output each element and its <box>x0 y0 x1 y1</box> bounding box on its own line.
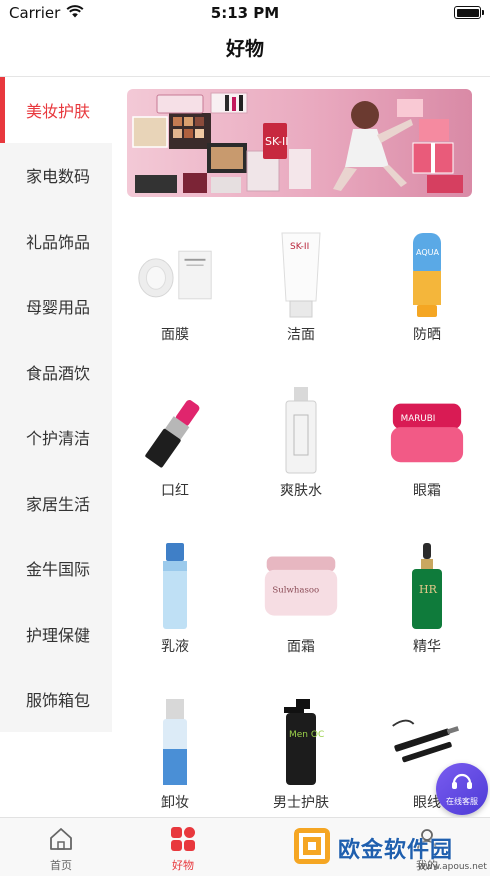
sidebar-item-health[interactable]: 护理保健 <box>0 601 112 667</box>
sidebar-item-food[interactable]: 食品酒饮 <box>0 339 112 405</box>
sidebar-item-personal-care[interactable]: 个护清洁 <box>0 405 112 471</box>
promo-banner[interactable]: SK-II <box>127 89 472 197</box>
men-skincare-bottle-icon: Men OC <box>261 695 341 791</box>
category-sidebar: 美妆护肤 家电数码 礼品饰品 母婴用品 食品酒饮 个护清洁 家居生活 金牛国际 … <box>0 77 112 732</box>
sidebar-item-label: 服饰箱包 <box>26 691 91 711</box>
online-service-button[interactable]: 在线客服 <box>436 763 488 815</box>
product-label: 爽肤水 <box>280 483 322 499</box>
serum-dropper-icon: HR <box>387 539 467 635</box>
tab-goods[interactable]: 好物 <box>122 818 244 876</box>
product-label: 面霜 <box>287 639 315 655</box>
status-bar: Carrier 5:13 PM <box>0 0 490 26</box>
home-icon <box>47 825 75 853</box>
tab-label: 好物 <box>172 859 194 872</box>
face-cream-jar-icon: Sulwhasoo <box>261 539 341 635</box>
product-label: 防晒 <box>413 327 441 343</box>
sidebar-item-jinniu[interactable]: 金牛国际 <box>0 536 112 602</box>
product-label: 面膜 <box>161 327 189 343</box>
banner-brand-text: SK-II <box>265 135 289 148</box>
product-label: 洁面 <box>287 327 315 343</box>
sidebar-item-label: 金牛国际 <box>26 560 91 580</box>
headset-icon <box>450 771 474 795</box>
sidebar-item-label: 家居生活 <box>26 494 91 514</box>
product-cell-cleanser[interactable]: SK-II 洁面 <box>238 217 364 373</box>
product-cell-sunscreen[interactable]: AQUA 防晒 <box>364 217 490 373</box>
tab-label: 首页 <box>50 859 72 872</box>
product-cell-lipstick[interactable]: 口红 <box>112 373 238 529</box>
grid-icon <box>169 825 197 853</box>
sidebar-item-home[interactable]: 家居生活 <box>0 470 112 536</box>
product-cell-mask[interactable]: 面膜 <box>112 217 238 373</box>
product-cell-men-skincare[interactable]: Men OC 男士护肤 <box>238 685 364 817</box>
makeup-remover-bottle-icon <box>135 695 215 791</box>
sidebar-item-label: 母婴用品 <box>26 298 91 318</box>
sidebar-item-electronics[interactable]: 家电数码 <box>0 143 112 209</box>
eye-cream-brand-text: MARUBI <box>401 414 436 424</box>
product-label: 口红 <box>161 483 189 499</box>
product-label: 精华 <box>413 639 441 655</box>
toner-bottle-icon <box>261 383 341 479</box>
status-time: 5:13 PM <box>210 4 280 22</box>
product-cell-serum[interactable]: HR 精华 <box>364 529 490 685</box>
content-area: SK-II 面膜 SK-II 洁面 AQUA 防晒 口红 爽肤水 MARUBI … <box>112 77 490 817</box>
sidebar-item-label: 护理保健 <box>26 625 91 645</box>
lipstick-icon <box>135 383 215 479</box>
page-title: 好物 <box>225 38 264 60</box>
product-label: 眼霜 <box>413 483 441 499</box>
service-label: 在线客服 <box>446 797 478 806</box>
product-cell-face-cream[interactable]: Sulwhasoo 面霜 <box>238 529 364 685</box>
sidebar-item-label: 食品酒饮 <box>26 363 91 383</box>
sidebar-item-label: 美妆护肤 <box>26 101 91 121</box>
tab-home[interactable]: 首页 <box>0 818 122 876</box>
face-mask-icon <box>135 227 215 323</box>
sidebar-item-beauty[interactable]: 美妆护肤 <box>0 77 112 143</box>
watermark-logo-icon <box>292 826 332 870</box>
serum-brand-text: HR <box>419 583 438 596</box>
sidebar-item-label: 家电数码 <box>26 167 91 187</box>
sidebar-item-label: 个护清洁 <box>26 429 91 449</box>
app-screen: Carrier 5:13 PM 好物 美妆护肤 家电数码 礼品饰品 母婴用品 食… <box>0 0 490 876</box>
product-cell-eye-cream[interactable]: MARUBI 眼霜 <box>364 373 490 529</box>
sidebar-item-gifts[interactable]: 礼品饰品 <box>0 208 112 274</box>
watermark-text: 欧金软件园 <box>338 838 454 863</box>
sunscreen-brand-text: AQUA <box>416 248 439 257</box>
product-label: 卸妆 <box>161 795 189 811</box>
product-cell-lotion[interactable]: 乳液 <box>112 529 238 685</box>
sidebar-item-apparel[interactable]: 服饰箱包 <box>0 667 112 733</box>
cleanser-tube-icon: SK-II <box>261 227 341 323</box>
sidebar-item-label: 礼品饰品 <box>26 232 91 252</box>
face-cream-brand-text: Sulwhasoo <box>272 586 319 596</box>
watermark-url: www.apous.net <box>418 862 487 872</box>
lotion-bottle-icon <box>135 539 215 635</box>
eye-cream-jar-icon: MARUBI <box>387 383 467 479</box>
product-cell-makeup-remover[interactable]: 卸妆 <box>112 685 238 817</box>
site-watermark: 欧金软件园 www.apous.net <box>292 822 487 874</box>
cleanser-brand-text: SK-II <box>290 242 309 252</box>
battery-icon <box>454 6 484 19</box>
product-cell-toner[interactable]: 爽肤水 <box>238 373 364 529</box>
product-label: 男士护肤 <box>273 795 329 811</box>
sidebar-item-baby[interactable]: 母婴用品 <box>0 274 112 340</box>
product-label: 乳液 <box>161 639 189 655</box>
sunscreen-bottle-icon: AQUA <box>387 227 467 323</box>
men-skincare-brand-text: Men OC <box>289 730 324 740</box>
